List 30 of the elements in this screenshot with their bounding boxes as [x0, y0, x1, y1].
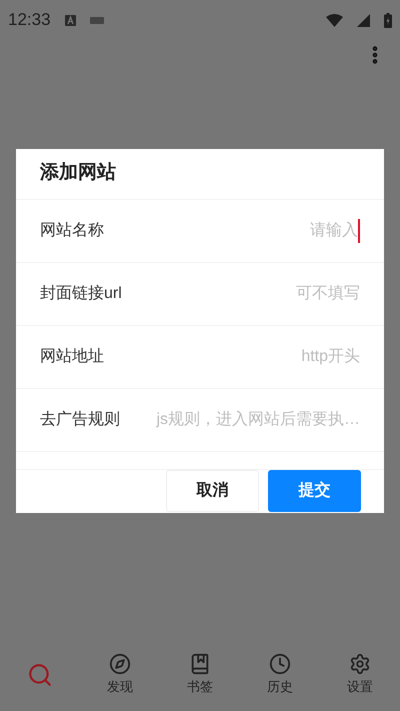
nav-label: 发现	[107, 678, 133, 696]
battery-icon	[384, 12, 392, 28]
settings-icon	[349, 653, 371, 676]
status-time: 12:33	[8, 9, 51, 32]
field-label: 去广告规则	[40, 410, 120, 430]
cancel-button[interactable]: 取消	[166, 470, 259, 512]
nav-label: 设置	[347, 678, 373, 696]
field-label: 网站名称	[40, 220, 104, 240]
nav-label: 历史	[267, 678, 293, 696]
signal-icon	[357, 14, 370, 26]
bookmark-icon	[189, 653, 211, 676]
compass-icon	[109, 653, 131, 676]
search-icon	[27, 662, 53, 688]
input-field[interactable]: js规则，进入网站后需要执…	[124, 408, 360, 432]
input-field[interactable]: 请输入	[108, 218, 360, 242]
nav-tab[interactable]: 设置	[330, 653, 390, 697]
nav-tab[interactable]: 书签	[170, 653, 230, 697]
dialog-title: 添加网站	[40, 161, 116, 186]
input-field[interactable]: http开头	[108, 344, 360, 368]
wifi-icon	[326, 14, 343, 26]
clock-icon	[269, 653, 291, 676]
input-field[interactable]: 可不填写	[126, 282, 360, 306]
nav-label: 书签	[187, 678, 213, 696]
field-label: 网站地址	[40, 346, 104, 366]
submit-button[interactable]: 提交	[268, 470, 361, 512]
keyboard-icon	[90, 16, 104, 24]
nav-tab[interactable]: 发现	[90, 653, 150, 697]
keyboard-letter-icon	[64, 14, 76, 26]
field-label: 封面链接url	[40, 284, 122, 304]
nav-tab[interactable]: 历史	[250, 653, 310, 697]
